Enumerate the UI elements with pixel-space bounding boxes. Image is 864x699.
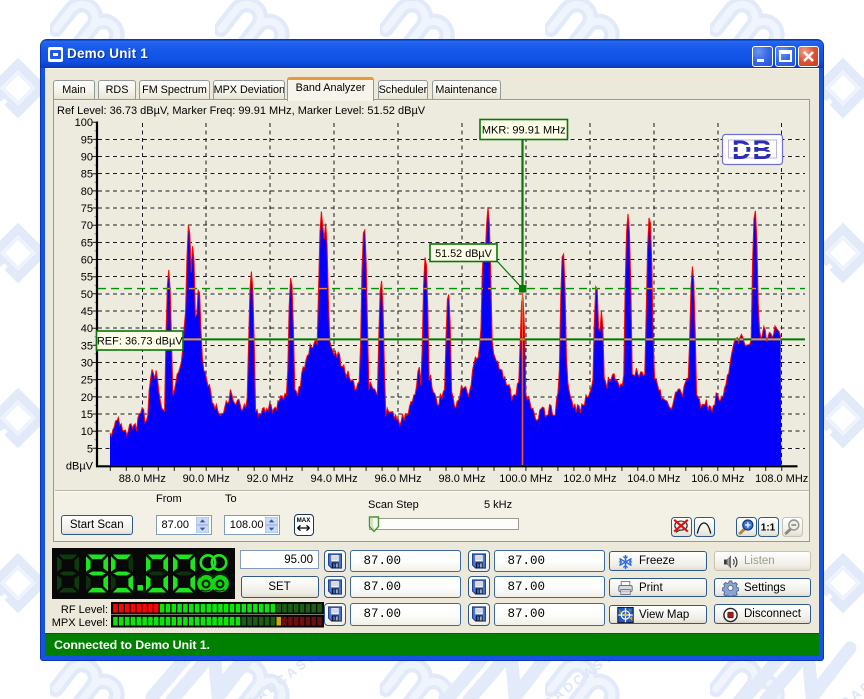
svg-text:REF: 36.73 dBµV: REF: 36.73 dBµV <box>97 336 183 348</box>
svg-text:51.52 dBµV: 51.52 dBµV <box>435 248 492 260</box>
svg-text:15: 15 <box>81 409 93 421</box>
svg-text:106.0 MHz: 106.0 MHz <box>691 473 744 485</box>
svg-text:60: 60 <box>81 255 93 267</box>
svg-text:90.0 MHz: 90.0 MHz <box>183 473 230 485</box>
svg-text:90: 90 <box>81 152 93 164</box>
svg-text:MAX: MAX <box>296 517 311 524</box>
svg-text:65: 65 <box>81 237 93 249</box>
svg-text:92.0 MHz: 92.0 MHz <box>247 473 294 485</box>
svg-text:104.0 MHz: 104.0 MHz <box>627 473 680 485</box>
svg-text:95: 95 <box>81 134 93 146</box>
svg-text:MKR: 99.91 MHz: MKR: 99.91 MHz <box>482 125 566 137</box>
svg-text:80: 80 <box>81 186 93 198</box>
svg-text:96.0 MHz: 96.0 MHz <box>375 473 422 485</box>
svg-text:98.0 MHz: 98.0 MHz <box>438 473 485 485</box>
svg-text:dBµV: dBµV <box>66 461 94 473</box>
svg-text:55: 55 <box>81 272 93 284</box>
svg-text:30: 30 <box>81 358 93 370</box>
svg-text:25: 25 <box>81 375 93 387</box>
svg-text:102.0 MHz: 102.0 MHz <box>563 473 616 485</box>
svg-text:94.0 MHz: 94.0 MHz <box>311 473 358 485</box>
svg-text:100.0 MHz: 100.0 MHz <box>499 473 552 485</box>
svg-text:45: 45 <box>81 306 93 318</box>
svg-text:108.0 MHz: 108.0 MHz <box>755 473 808 485</box>
svg-text:70: 70 <box>81 220 93 232</box>
svg-text:Ref Level: 36.73 dBµV, Marker: Ref Level: 36.73 dBµV, Marker Freq: 99.9… <box>57 105 426 117</box>
svg-text:20: 20 <box>81 392 93 404</box>
svg-text:35: 35 <box>81 340 93 352</box>
svg-text:5: 5 <box>87 443 93 455</box>
svg-text:40: 40 <box>81 323 93 335</box>
svg-text:75: 75 <box>81 203 93 215</box>
svg-text:10: 10 <box>81 426 93 438</box>
svg-text:1:1: 1:1 <box>761 522 776 533</box>
svg-text:50: 50 <box>81 289 93 301</box>
svg-text:85: 85 <box>81 169 93 181</box>
svg-text:88.0 MHz: 88.0 MHz <box>119 473 166 485</box>
svg-text:100: 100 <box>75 117 93 129</box>
